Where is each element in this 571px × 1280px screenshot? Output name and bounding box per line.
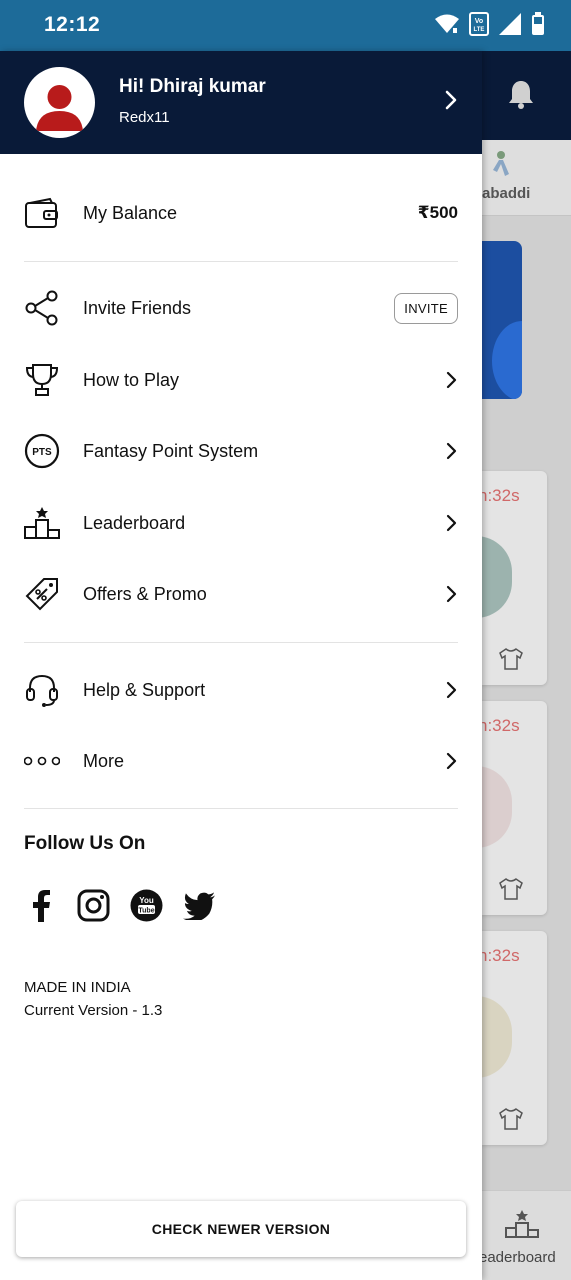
bell-icon[interactable]	[507, 79, 535, 114]
svg-text:PTS: PTS	[32, 447, 52, 458]
my-balance-label: My Balance	[83, 202, 178, 223]
match-timer: n:32s	[482, 486, 520, 505]
team-logo	[482, 766, 512, 848]
jersey-icon	[498, 647, 524, 676]
menu-item-label: Help & Support	[83, 679, 206, 700]
pts-icon: PTS	[24, 433, 60, 469]
menu-item-label: How to Play	[83, 369, 180, 390]
balance-value: ₹500	[417, 203, 458, 222]
svg-text:Vo: Vo	[475, 18, 483, 25]
menu-item-help-support[interactable]: Help & Support	[24, 662, 458, 718]
chevron-right-icon	[444, 441, 458, 461]
share-icon	[24, 290, 60, 326]
status-bar: 12:12 Vo LTE	[0, 0, 571, 51]
signal-icon	[499, 13, 521, 40]
profile-username: Redx11	[119, 109, 170, 126]
menu-item-label: Offers & Promo	[83, 583, 207, 604]
menu-item-invite-friends[interactable]: Invite Friends INVITE	[24, 280, 458, 336]
made-in-text: MADE IN INDIA	[24, 979, 131, 996]
app-version: Current Version - 1.3	[24, 1002, 163, 1019]
background-app: abaddi n:32s n:32s n:32s eaderboard	[482, 51, 571, 1280]
trophy-icon	[24, 362, 60, 398]
svg-text:Tube: Tube	[138, 908, 154, 915]
status-time: 12:12	[44, 13, 101, 36]
headset-icon	[24, 672, 60, 708]
battery-icon	[531, 12, 545, 41]
youtube-icon[interactable]: You Tube	[130, 889, 163, 922]
invite-button[interactable]: INVITE	[394, 292, 458, 324]
jersey-icon	[498, 1107, 524, 1136]
divider	[24, 642, 458, 643]
check-newer-version-button[interactable]: CHECK NEWER VERSION	[16, 1201, 466, 1257]
status-icons: Vo LTE	[435, 12, 545, 41]
wifi-icon	[435, 14, 459, 39]
avatar	[24, 67, 95, 138]
team-logo	[482, 996, 512, 1078]
profile-header[interactable]: Hi! Dhiraj kumar Redx11	[0, 51, 482, 154]
twitter-icon[interactable]	[183, 889, 216, 922]
background-header	[482, 51, 571, 140]
background-banner	[482, 241, 522, 399]
leaderboard-icon	[24, 505, 60, 541]
volte-icon: Vo LTE	[469, 12, 489, 41]
menu-item-offers-promo[interactable]: Offers & Promo	[24, 566, 458, 622]
chevron-right-icon[interactable]	[444, 89, 458, 116]
match-timer: n:32s	[482, 946, 520, 965]
menu-item-label: Fantasy Point System	[83, 440, 259, 461]
menu-item-label: Leaderboard	[83, 512, 186, 533]
background-match-card: n:32s	[482, 701, 547, 915]
chevron-right-icon	[444, 751, 458, 771]
menu-item-fantasy-point-system[interactable]: PTS Fantasy Point System	[24, 423, 458, 479]
background-tab-label: abaddi	[482, 185, 531, 202]
chevron-right-icon	[444, 680, 458, 700]
divider	[24, 808, 458, 809]
background-nav-label: eaderboard	[482, 1249, 556, 1266]
background-match-card: n:32s	[482, 471, 547, 685]
facebook-icon[interactable]	[24, 889, 57, 922]
match-timer: n:32s	[482, 716, 520, 735]
offer-tag-icon	[24, 576, 60, 612]
team-logo	[482, 536, 512, 618]
leaderboard-icon	[505, 1209, 539, 1244]
background-bottom-nav: eaderboard	[482, 1190, 571, 1280]
chevron-right-icon	[444, 584, 458, 604]
menu-item-label: More	[83, 750, 125, 771]
chevron-right-icon	[444, 513, 458, 533]
navigation-drawer: Hi! Dhiraj kumar Redx11 My Balance ₹500 …	[0, 51, 482, 1280]
instagram-icon[interactable]	[77, 889, 110, 922]
background-sport-tabs: abaddi	[482, 140, 571, 216]
chevron-right-icon	[444, 370, 458, 390]
menu-item-label: Invite Friends	[83, 297, 192, 318]
svg-text:LTE: LTE	[474, 27, 485, 33]
kabaddi-icon	[487, 150, 511, 185]
wallet-icon	[24, 195, 60, 231]
social-links: You Tube	[24, 889, 216, 922]
more-dots-icon	[24, 743, 60, 779]
divider	[24, 261, 458, 262]
my-balance-row[interactable]: My Balance ₹500	[24, 185, 458, 241]
background-match-card: n:32s	[482, 931, 547, 1145]
menu-item-more[interactable]: More	[24, 733, 458, 789]
profile-greeting: Hi! Dhiraj kumar	[119, 76, 266, 97]
menu-item-how-to-play[interactable]: How to Play	[24, 352, 458, 408]
jersey-icon	[498, 877, 524, 906]
menu-item-leaderboard[interactable]: Leaderboard	[24, 495, 458, 551]
follow-us-heading: Follow Us On	[24, 833, 146, 854]
svg-text:You: You	[139, 896, 154, 905]
